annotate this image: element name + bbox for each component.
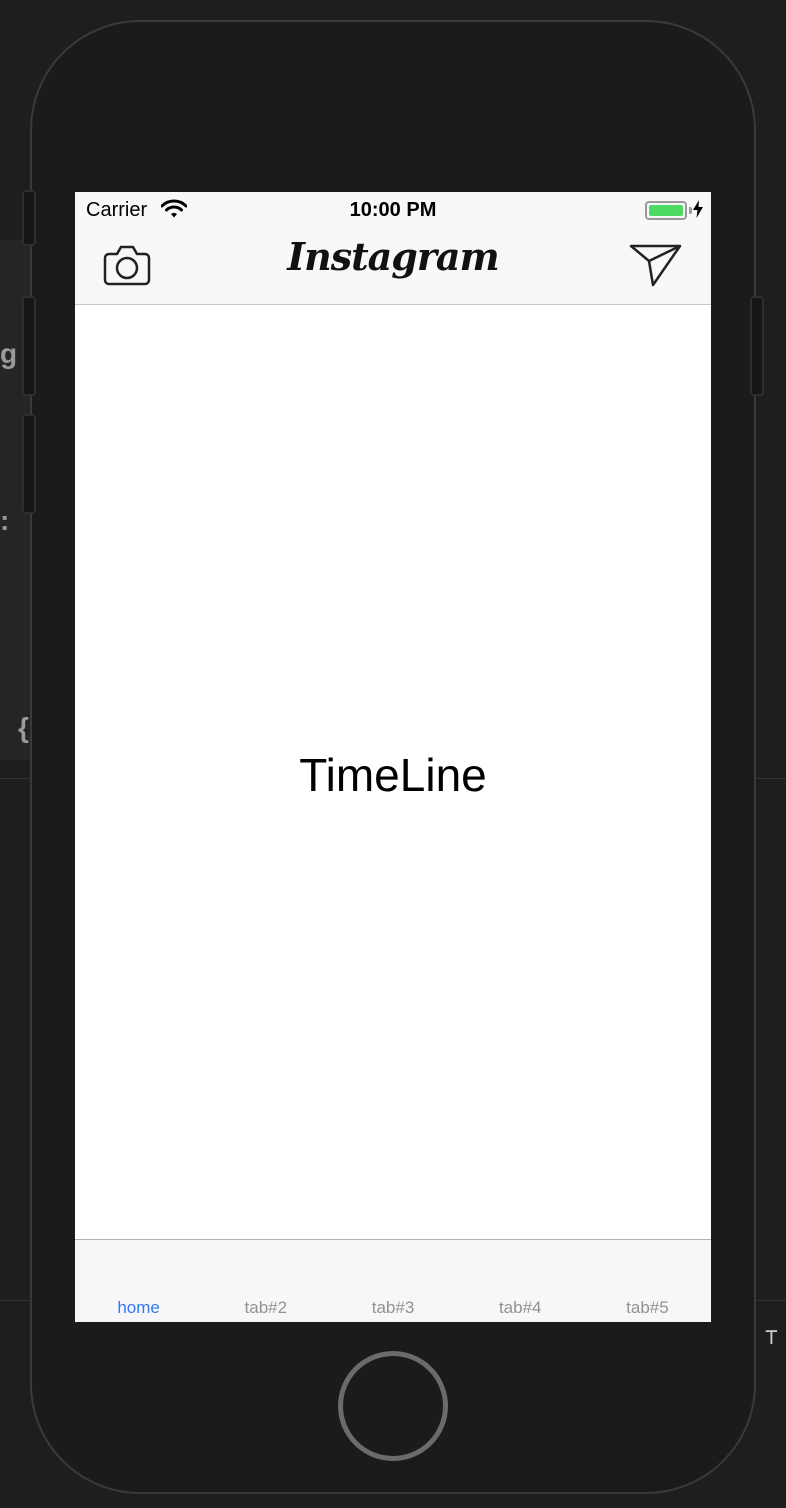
volume-down-button xyxy=(22,414,36,514)
power-button xyxy=(750,296,764,396)
background-glyph: : xyxy=(0,505,10,536)
tab-2[interactable]: tab#2 xyxy=(202,1240,329,1322)
background-glyph: ⊤ xyxy=(764,1325,778,1350)
tab-4[interactable]: tab#4 xyxy=(457,1240,584,1322)
home-button[interactable] xyxy=(338,1351,448,1461)
background-glyph: { xyxy=(18,712,29,743)
timeline-label: TimeLine xyxy=(299,749,487,801)
send-icon[interactable] xyxy=(629,242,683,288)
tab-home[interactable]: home xyxy=(75,1240,202,1322)
volume-up-button xyxy=(22,296,36,396)
status-bar: Carrier 10:00 PM xyxy=(75,192,711,228)
clock: 10:00 PM xyxy=(349,199,437,221)
instagram-logo: Instagram xyxy=(287,234,499,279)
background-glyph: g xyxy=(0,338,18,369)
tab-3[interactable]: tab#3 xyxy=(329,1240,456,1322)
navigation-bar: Instagram xyxy=(75,228,711,305)
tab-5[interactable]: tab#5 xyxy=(584,1240,711,1322)
battery-full-icon xyxy=(645,201,687,220)
bolt-icon xyxy=(693,200,703,224)
battery-tip xyxy=(689,207,692,214)
mute-switch xyxy=(22,190,36,246)
tab-bar: home tab#2 tab#3 tab#4 tab#5 xyxy=(75,1239,711,1322)
timeline-view: TimeLine xyxy=(75,305,711,1239)
screen: Carrier 10:00 PM Instagram TimeLine home… xyxy=(75,192,711,1322)
